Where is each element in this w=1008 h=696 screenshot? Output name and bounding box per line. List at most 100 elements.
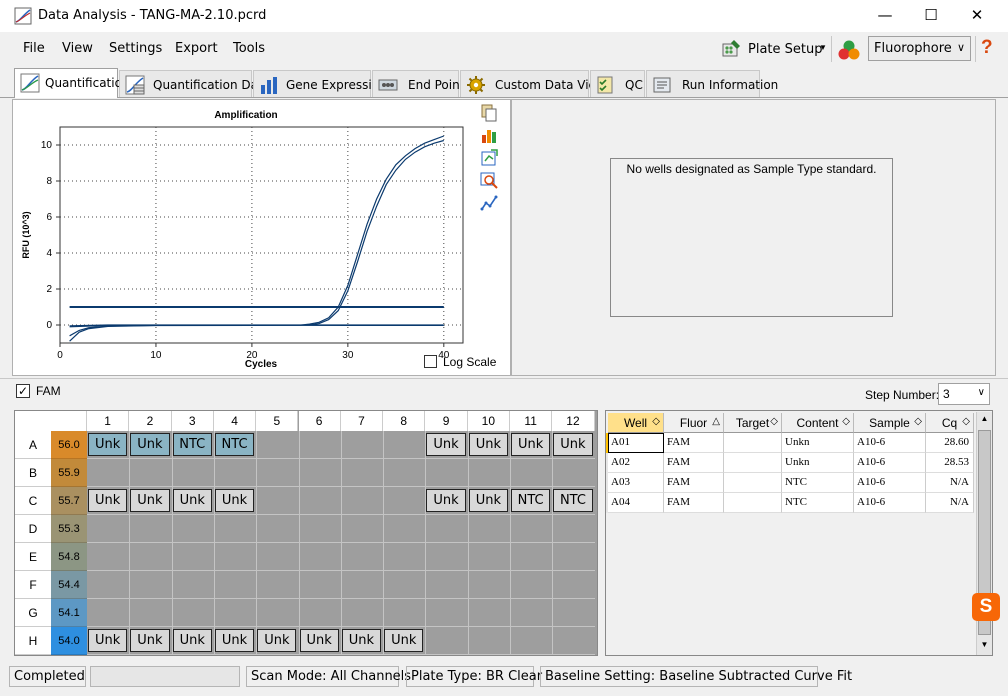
- sort-icon[interactable]: ◇: [914, 416, 922, 427]
- plate-well-A4[interactable]: NTC: [214, 433, 255, 456]
- table-cell[interactable]: A04: [608, 493, 664, 513]
- column-header[interactable]: 7: [340, 411, 384, 431]
- plate-well-C4[interactable]: Unk: [214, 489, 255, 512]
- plate-setup-button[interactable]: Plate Setup ▼: [720, 37, 828, 63]
- table-cell[interactable]: N/A: [926, 473, 974, 493]
- table-cell[interactable]: A10-6: [854, 433, 926, 453]
- tab-custom-data-view[interactable]: Custom Data View: [460, 70, 606, 97]
- sort-icon[interactable]: △: [712, 416, 720, 427]
- column-header[interactable]: 3: [171, 411, 214, 431]
- plate-well-A11[interactable]: Unk: [511, 433, 551, 456]
- close-button[interactable]: ✕: [954, 0, 1000, 30]
- scroll-down-icon[interactable]: ▼: [978, 640, 991, 652]
- plate-well-C1[interactable]: Unk: [88, 489, 128, 512]
- plate-well-A10[interactable]: Unk: [468, 433, 508, 456]
- plate-well-C9[interactable]: Unk: [426, 489, 466, 512]
- zoom-chart-icon[interactable]: [480, 171, 498, 189]
- plate-well-C12[interactable]: NTC: [553, 489, 593, 512]
- table-cell[interactable]: 28.53: [926, 453, 974, 473]
- row-header[interactable]: F: [15, 571, 51, 599]
- column-header[interactable]: 5: [256, 411, 299, 431]
- ime-s-icon[interactable]: S: [972, 593, 1000, 621]
- chart-settings-icon[interactable]: [480, 126, 498, 144]
- table-cell[interactable]: A10-6: [854, 473, 926, 493]
- tab-run-information[interactable]: Run Information: [646, 70, 778, 97]
- plate-well-H5[interactable]: Unk: [257, 629, 297, 652]
- splitter[interactable]: [0, 378, 1008, 379]
- plate-well-H8[interactable]: Unk: [384, 629, 424, 652]
- row-header[interactable]: H: [15, 627, 51, 655]
- plate-well-A12[interactable]: Unk: [553, 433, 593, 456]
- amplification-chart[interactable]: Amplification 0 10 20 30 400246810 Cycles RF…: [12, 99, 482, 376]
- column-header-cq[interactable]: Cq ◇: [926, 413, 974, 433]
- column-header[interactable]: 1: [87, 411, 130, 431]
- plate-well-C11[interactable]: NTC: [511, 489, 551, 512]
- sort-icon[interactable]: ◇: [962, 416, 970, 427]
- tab-quantification-data[interactable]: Quantification Data: [119, 70, 270, 97]
- table-cell[interactable]: FAM: [664, 493, 724, 513]
- copy-icon[interactable]: [480, 104, 498, 122]
- plate-well-C2[interactable]: Unk: [130, 489, 170, 512]
- table-cell[interactable]: 28.60: [926, 433, 974, 453]
- column-header[interactable]: 9: [425, 411, 468, 431]
- plate-well-A2[interactable]: Unk: [130, 433, 170, 456]
- plate-well-H7[interactable]: Unk: [341, 629, 382, 652]
- table-cell[interactable]: [724, 453, 782, 473]
- row-header[interactable]: B: [15, 459, 51, 487]
- fam-checkbox[interactable]: ✓: [16, 384, 30, 398]
- menu-settings[interactable]: Settings: [109, 41, 162, 56]
- export-chart-icon[interactable]: [480, 149, 498, 167]
- plate-well-C10[interactable]: Unk: [468, 489, 508, 512]
- step-number-select[interactable]: 3 ∨: [938, 383, 990, 405]
- plate-well-C3[interactable]: Unk: [172, 489, 212, 512]
- column-header[interactable]: 2: [129, 411, 172, 431]
- table-cell[interactable]: [724, 473, 782, 493]
- table-cell[interactable]: FAM: [664, 453, 724, 473]
- scroll-up-icon[interactable]: ▲: [978, 414, 991, 426]
- column-header[interactable]: 11: [510, 411, 553, 431]
- maximize-button[interactable]: ☐: [908, 0, 954, 30]
- table-cell[interactable]: A03: [608, 473, 664, 493]
- menu-export[interactable]: Export: [175, 41, 218, 56]
- column-header-fluor[interactable]: Fluor △: [664, 413, 724, 433]
- table-cell[interactable]: A10-6: [854, 493, 926, 513]
- table-cell[interactable]: NTC: [782, 473, 854, 493]
- row-header[interactable]: C: [15, 487, 51, 515]
- plate-well-H2[interactable]: Unk: [130, 629, 170, 652]
- plate-well-H1[interactable]: Unk: [88, 629, 128, 652]
- plate-well-H3[interactable]: Unk: [172, 629, 212, 652]
- table-cell[interactable]: Unkn: [782, 433, 854, 453]
- column-header[interactable]: 6: [298, 411, 341, 431]
- sort-icon[interactable]: ◇: [652, 416, 660, 427]
- table-cell[interactable]: [724, 433, 782, 453]
- menu-view[interactable]: View: [62, 41, 93, 56]
- row-header[interactable]: G: [15, 599, 51, 627]
- table-cell[interactable]: A01: [608, 433, 664, 453]
- log-scale-checkbox[interactable]: [424, 355, 437, 368]
- table-cell[interactable]: FAM: [664, 473, 724, 493]
- column-header-sample[interactable]: Sample ◇: [854, 413, 926, 433]
- line-style-icon[interactable]: [480, 194, 498, 212]
- table-cell[interactable]: A02: [608, 453, 664, 473]
- color-balls-icon[interactable]: [836, 37, 862, 63]
- row-header[interactable]: A: [15, 431, 51, 459]
- column-header[interactable]: 8: [383, 411, 426, 431]
- plate-well-H4[interactable]: Unk: [214, 629, 255, 652]
- table-cell[interactable]: NTC: [782, 493, 854, 513]
- column-header-well[interactable]: Well ◇: [608, 413, 664, 433]
- table-cell[interactable]: N/A: [926, 493, 974, 513]
- plate-corner[interactable]: [15, 411, 87, 431]
- column-header[interactable]: 12: [552, 411, 595, 431]
- plate-well-H6[interactable]: Unk: [299, 629, 339, 652]
- column-header[interactable]: 4: [213, 411, 257, 431]
- tab-gene-expression[interactable]: Gene Expression: [253, 70, 387, 97]
- tab-quantification[interactable]: Quantification: [14, 68, 130, 98]
- menu-tools[interactable]: Tools: [233, 41, 265, 56]
- plate-well-A1[interactable]: Unk: [88, 433, 128, 456]
- sort-icon[interactable]: ◇: [770, 416, 778, 427]
- sort-icon[interactable]: ◇: [842, 416, 850, 427]
- row-header[interactable]: E: [15, 543, 51, 571]
- tab-end-point[interactable]: End Point: [372, 70, 464, 97]
- minimize-button[interactable]: —: [862, 0, 908, 30]
- column-header-content[interactable]: Content ◇: [782, 413, 854, 433]
